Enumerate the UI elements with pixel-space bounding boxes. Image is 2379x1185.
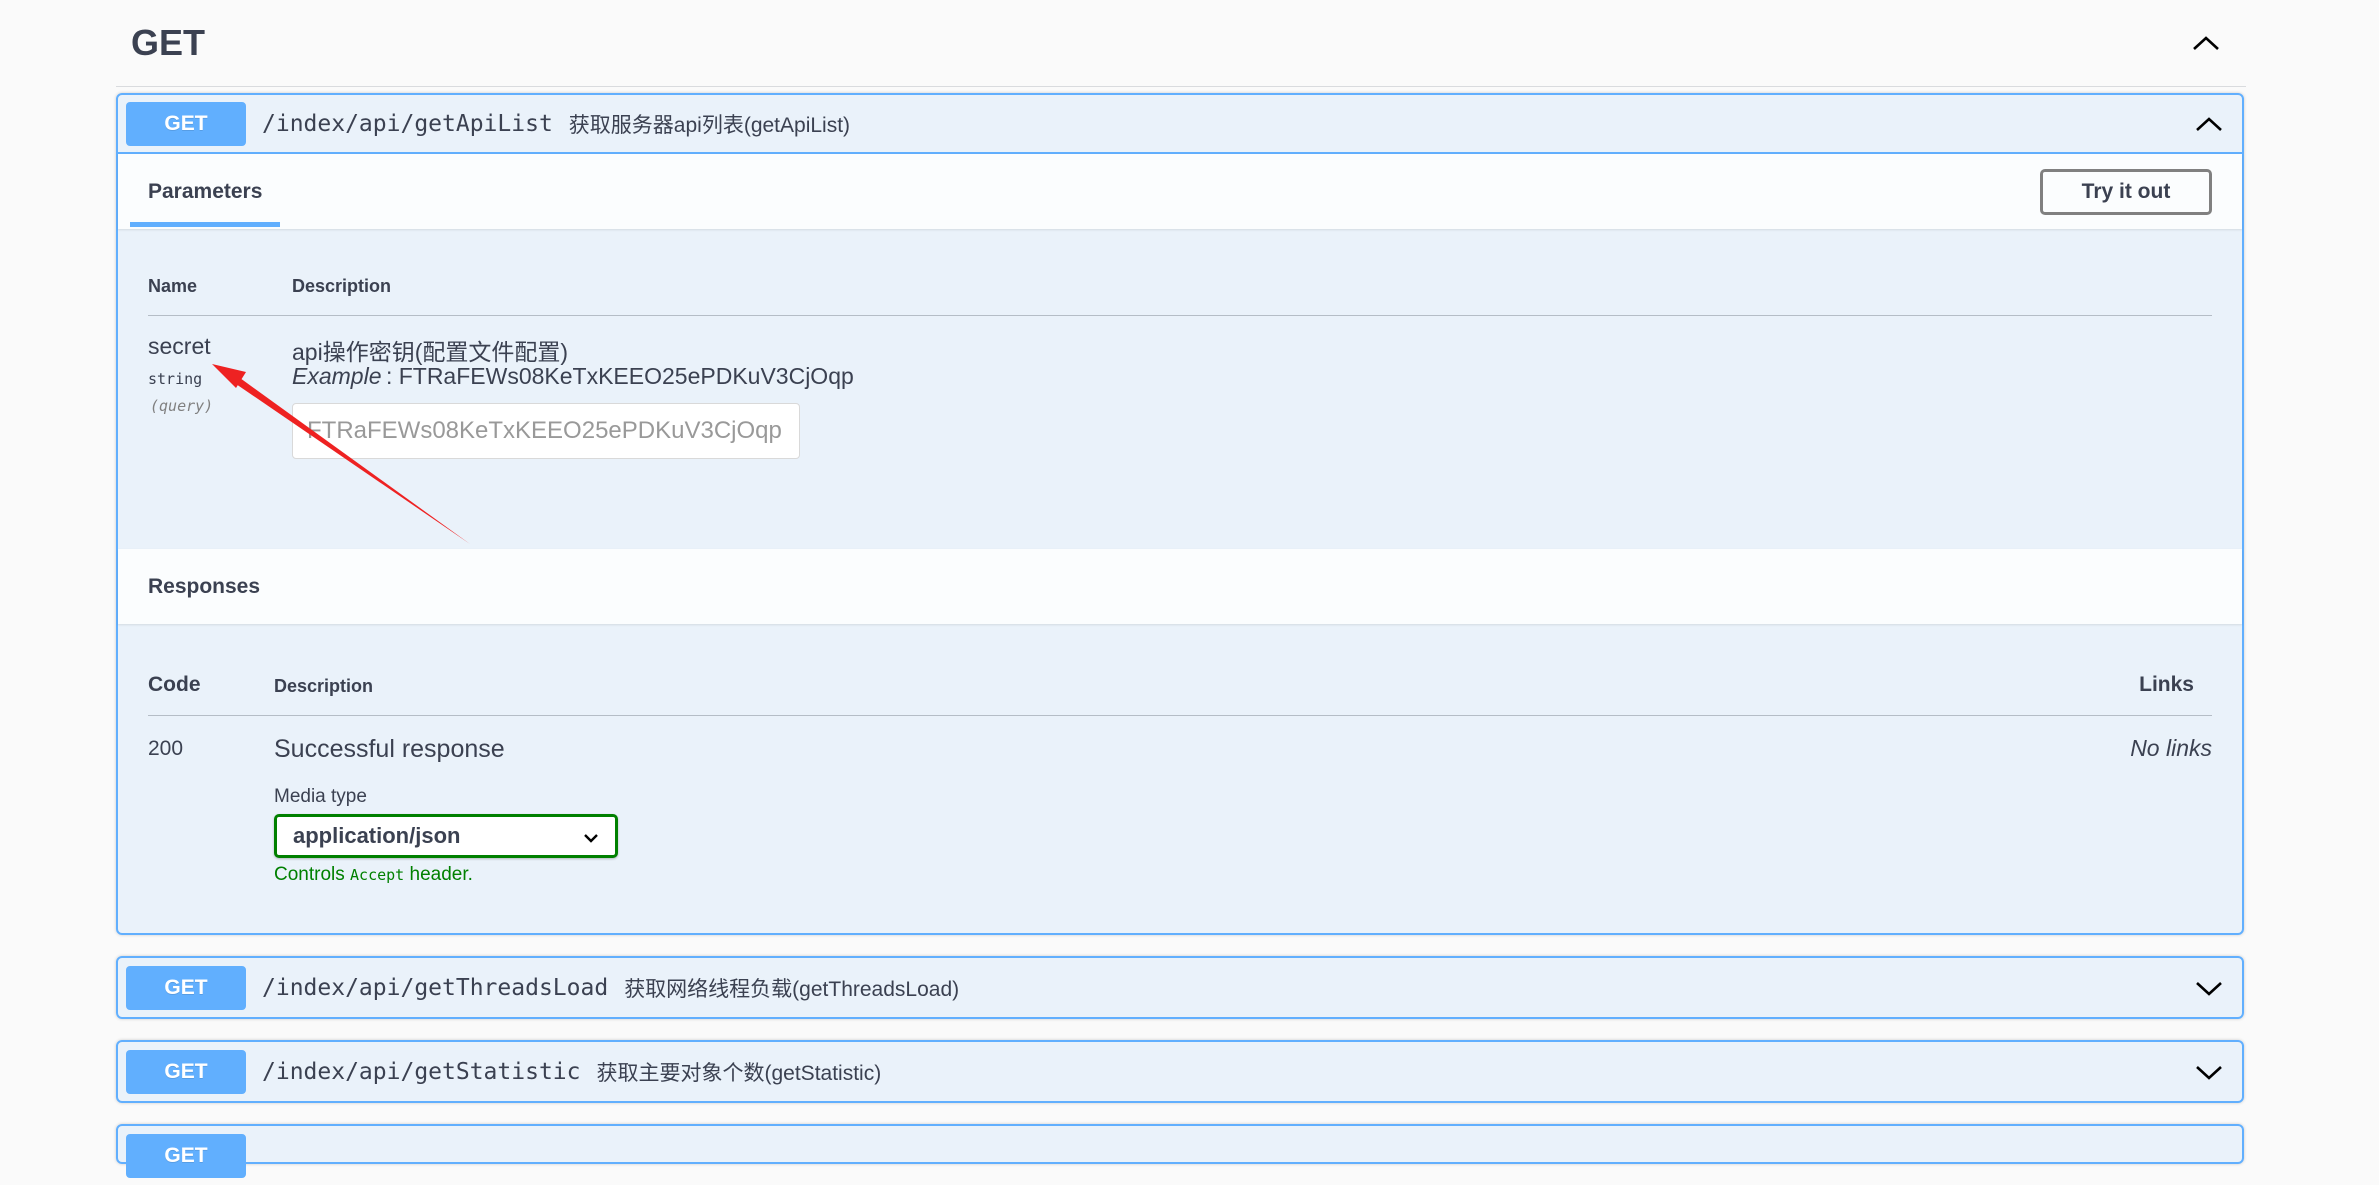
try-it-out-button[interactable]: Try it out <box>2040 168 2212 215</box>
operation-summary[interactable]: GET <box>118 1126 2242 1185</box>
operation-getApiList: GET /index/api/getApiList 获取服务器api列表(get… <box>116 93 2244 935</box>
operation-description: 获取服务器api列表(getApiList) <box>568 113 851 137</box>
method-badge: GET <box>126 1133 246 1178</box>
method-badge: GET <box>126 1049 246 1094</box>
operation-getStatistic: GET /index/api/getStatistic 获取主要对象个数(get… <box>116 1040 2244 1103</box>
responses-header: Responses <box>118 549 2242 624</box>
column-header-code: Code <box>148 673 201 696</box>
accept-code: Accept <box>350 866 405 884</box>
chevron-up-icon[interactable] <box>2176 13 2236 73</box>
parameter-location: (query) <box>150 397 214 415</box>
tab-parameters[interactable]: Parameters <box>130 154 281 229</box>
responses-title: Responses <box>148 574 261 598</box>
operation-description: 获取主要对象个数(getStatistic) <box>596 1061 882 1085</box>
tag-section-header[interactable]: GET <box>116 0 2246 87</box>
chevron-up-icon[interactable] <box>2184 102 2234 146</box>
media-type-value: application/json <box>293 823 461 848</box>
chevron-down-icon[interactable] <box>2184 966 2234 1010</box>
responses-table: Code Description Links 200 Successful re… <box>118 624 2242 916</box>
column-header-description: Description <box>274 676 374 696</box>
controls-prefix: Controls <box>274 864 345 885</box>
column-header-description: Description <box>292 276 392 296</box>
divider <box>148 315 2212 316</box>
method-badge: GET <box>126 965 246 1010</box>
parameter-description: api操作密钥(配置文件配置) <box>292 339 569 365</box>
operation-partial: GET <box>116 1124 2244 1178</box>
column-header-links: Links <box>2139 673 2194 696</box>
operation-path: /index/api/getStatistic <box>262 1058 581 1085</box>
operation-path: /index/api/getApiList <box>262 110 553 137</box>
media-type-select[interactable]: application/json <box>274 814 618 858</box>
example-label: Example <box>292 363 382 389</box>
parameter-type: string <box>148 370 203 388</box>
response-links: No links <box>2130 735 2212 761</box>
chevron-down-icon <box>583 823 599 849</box>
operation-getThreadsLoad: GET /index/api/getThreadsLoad 获取网络线程负载(g… <box>116 956 2244 1019</box>
operation-summary[interactable]: GET /index/api/getThreadsLoad 获取网络线程负载(g… <box>118 958 2242 1017</box>
divider <box>148 715 2212 716</box>
response-description: Successful response <box>274 735 505 763</box>
controls-suffix: header. <box>409 864 473 885</box>
tag-title: GET <box>131 22 206 63</box>
parameters-table: Name Description secret string (query) a… <box>118 229 2242 549</box>
parameter-example: Example : FTRaFEWs08KeTxKEEO25ePDKuV3CjO… <box>292 363 854 390</box>
operation-description: 获取网络线程负载(getThreadsLoad) <box>624 977 960 1001</box>
secret-input[interactable] <box>292 403 800 459</box>
operation-path: /index/api/getThreadsLoad <box>262 974 609 1001</box>
response-code: 200 <box>148 737 184 760</box>
column-header-name: Name <box>148 276 198 296</box>
media-type-label: Media type <box>274 786 367 807</box>
operation-summary[interactable]: GET /index/api/getApiList 获取服务器api列表(get… <box>118 95 2242 154</box>
parameter-name: secret <box>148 333 211 359</box>
parameters-tab-label: Parameters <box>148 179 263 203</box>
parameters-header: Parameters Try it out <box>118 154 2242 229</box>
controls-accept-note: Controls Accept header. <box>274 864 473 886</box>
method-badge: GET <box>126 101 246 146</box>
chevron-down-icon[interactable] <box>2184 1050 2234 1094</box>
example-value: : FTRaFEWs08KeTxKEEO25ePDKuV3CjOqp <box>385 363 854 389</box>
operation-summary[interactable]: GET /index/api/getStatistic 获取主要对象个数(get… <box>118 1042 2242 1101</box>
